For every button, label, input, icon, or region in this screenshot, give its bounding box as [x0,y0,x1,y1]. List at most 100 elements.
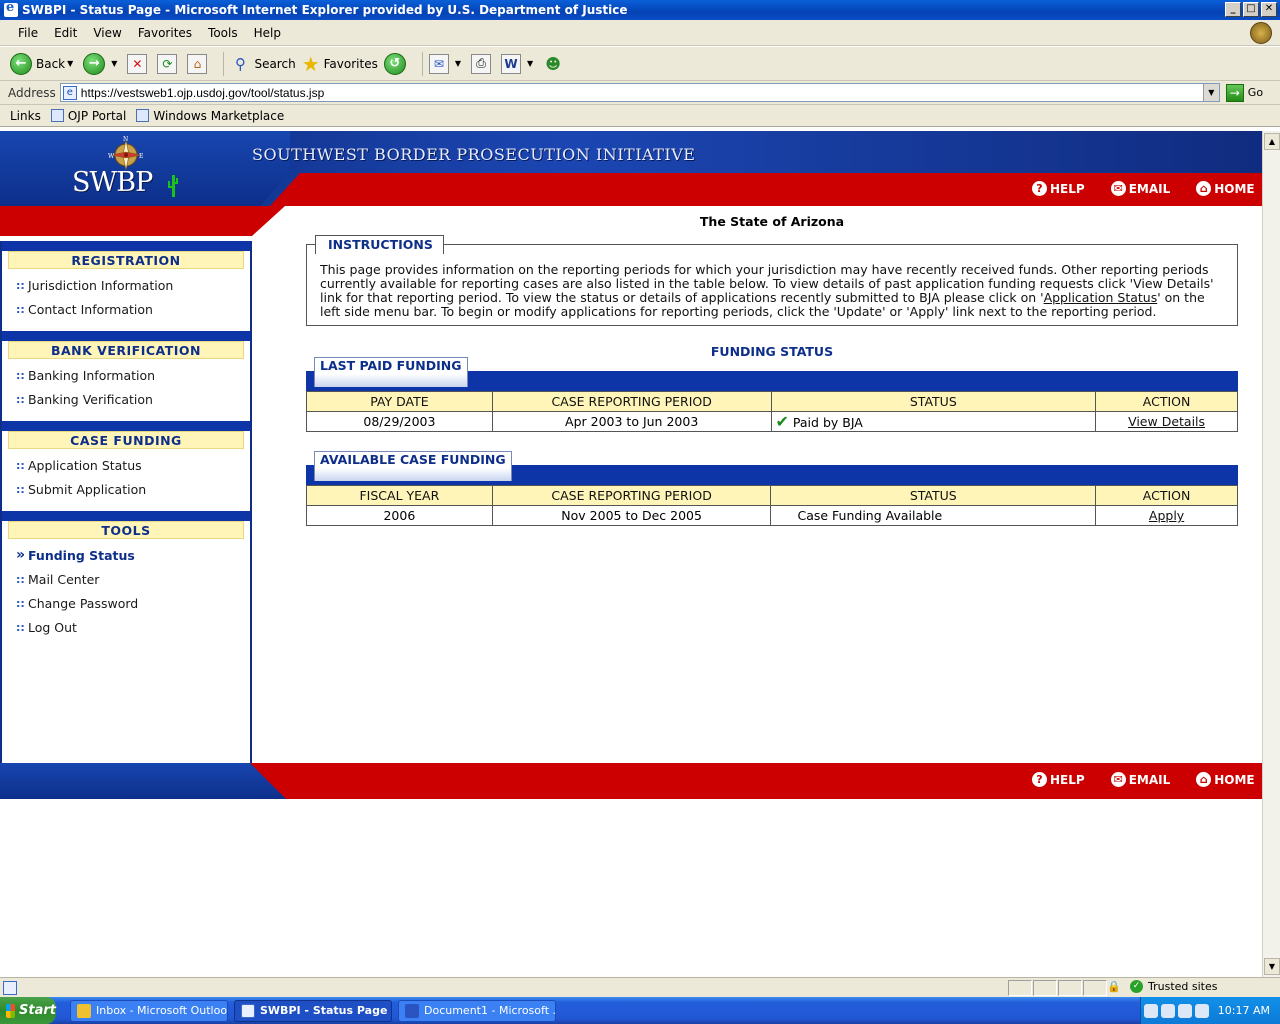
forward-dropdown-icon[interactable]: ▼ [111,59,117,68]
sidebar-item-jurisdiction-information[interactable]: :: Jurisdiction Information [16,273,250,297]
help-link[interactable]: ? HELP [1032,181,1085,196]
reporting-period-cell: Apr 2003 to Jun 2003 [491,411,772,432]
application-status-link[interactable]: Application Status [1044,290,1158,305]
task-ie-swbpi[interactable]: SWBPI - Status Page ... [234,999,392,1022]
link-windows-marketplace[interactable]: Windows Marketplace [136,109,284,123]
home-button[interactable]: ⌂ [187,53,211,74]
sidebar-item-label: Contact Information [28,301,153,317]
vertical-scrollbar[interactable]: ▲ ▼ [1262,131,1280,977]
trusted-check-icon: ✓ [1130,980,1143,993]
instructions-title: INSTRUCTIONS [315,235,444,254]
go-button[interactable]: → Go [1225,83,1264,102]
sidebar-item-application-status[interactable]: :: Application Status [16,453,250,477]
sidebar: REGISTRATION :: Jurisdiction Information… [0,241,252,763]
sidebar-item-log-out[interactable]: :: Log Out [16,615,250,639]
status-bar: 🔒 ✓ Trusted sites [0,977,1280,997]
history-button[interactable]: ↺ [383,52,410,75]
checkmark-icon: ✔ [775,412,789,431]
word-icon: W [501,53,521,74]
task-outlook[interactable]: Inbox - Microsoft Outlook [70,999,228,1022]
sidebar-item-banking-information[interactable]: :: Banking Information [16,363,250,387]
favorites-label: Favorites [323,56,378,71]
address-dropdown-icon[interactable]: ▼ [1202,84,1219,101]
email-link[interactable]: ✉ EMAIL [1110,772,1170,787]
scroll-up-icon[interactable]: ▲ [1264,133,1280,150]
search-button[interactable]: ⚲ Search [230,54,296,74]
sidebar-item-change-password[interactable]: :: Change Password [16,591,250,615]
site-title: SOUTHWEST BORDER PROSECUTION INITIATIVE [252,145,696,164]
edit-dropdown-icon[interactable]: ▼ [527,59,533,68]
antivirus-icon[interactable] [1194,1003,1209,1018]
print-button[interactable]: ⎙ [471,53,495,74]
lock-icon[interactable]: 🔒 [1106,980,1122,996]
help-link[interactable]: ? HELP [1032,772,1085,787]
menu-edit[interactable]: Edit [46,26,85,40]
available-case-funding-title: AVAILABLE CASE FUNDING [314,451,512,481]
home-label: HOME [1214,181,1255,196]
scroll-down-icon[interactable]: ▼ [1264,958,1280,975]
sidebar-item-label: Banking Verification [28,391,153,407]
sidebar-item-submit-application[interactable]: :: Submit Application [16,477,250,501]
sidebar-item-funding-status[interactable]: » Funding Status [16,543,250,567]
back-dropdown-icon[interactable]: ▼ [67,59,73,68]
page-viewport: N W E SWBP SOUTHWEST BORDER PROSECUTION … [0,131,1262,977]
sidebar-item-label: Submit Application [28,481,147,497]
menu-help[interactable]: Help [246,26,289,40]
bullet-icon: :: [16,620,25,634]
network-icon[interactable] [1143,1003,1158,1018]
clock[interactable]: 10:17 AM [1218,1004,1270,1017]
task-word-document[interactable]: Document1 - Microsoft ... [398,999,556,1022]
link-label: Windows Marketplace [153,108,285,123]
mail-icon: ✉ [428,53,449,74]
maximize-button[interactable]: □ [1243,2,1259,17]
address-bar: Address e https://vestsweb1.ojp.usdoj.go… [0,81,1280,105]
refresh-button[interactable]: ⟳ [157,53,181,74]
swbpi-logo[interactable]: N W E SWBP [72,135,182,203]
table-row: 2006 Nov 2005 to Dec 2005 Case Funding A… [306,505,1238,526]
link-ojp-portal[interactable]: OJP Portal [50,109,126,123]
go-label: Go [1247,86,1264,99]
mail-dropdown-icon[interactable]: ▼ [455,59,461,68]
sidebar-item-label: Mail Center [28,571,100,587]
security-zone[interactable]: ✓ Trusted sites [1130,980,1218,993]
speaker-icon[interactable] [1177,1003,1192,1018]
status-panes [1008,980,1108,996]
sidebar-item-banking-verification[interactable]: :: Banking Verification [16,387,250,411]
stop-button[interactable]: ✕ [127,53,151,74]
home-link[interactable]: ⌂ HOME [1196,772,1255,787]
home-link[interactable]: ⌂ HOME [1196,181,1255,196]
compass-e-label: E [139,153,143,160]
address-input[interactable]: e https://vestsweb1.ojp.usdoj.gov/tool/s… [59,83,1220,102]
menu-favorites[interactable]: Favorites [130,26,200,40]
menu-file[interactable]: File [10,26,46,40]
bullet-icon: :: [16,302,25,316]
state-name: The State of Arizona [699,214,845,229]
window-titlebar: SWBPI - Status Page - Microsoft Internet… [0,0,1280,20]
forward-button[interactable]: → ▼ [83,52,121,75]
menu-tools[interactable]: Tools [200,26,246,40]
star-icon: ★ [301,51,320,76]
page-icon [50,109,64,122]
help-icon: ? [1032,181,1047,196]
logo-text: SWBP [72,167,153,198]
start-button[interactable]: Start [0,997,56,1024]
email-link[interactable]: ✉ EMAIL [1110,181,1170,196]
close-button[interactable]: ✕ [1261,2,1277,17]
monitor-icon[interactable] [1160,1003,1175,1018]
instructions-text: This page provides information on the re… [320,263,1224,319]
minimize-button[interactable]: _ [1225,2,1241,17]
sidebar-item-contact-information[interactable]: :: Contact Information [16,297,250,321]
view-details-link[interactable]: View Details [1128,414,1205,429]
column-header: FISCAL YEAR [306,485,493,506]
help-icon: ? [1032,772,1047,787]
table-row: 08/29/2003 Apr 2003 to Jun 2003 ✔ Paid by… [306,411,1238,432]
favorites-button[interactable]: ★ Favorites [302,52,378,76]
toolbar-separator [421,51,423,76]
messenger-button[interactable]: ☻ [543,54,567,74]
edit-word-button[interactable]: W ▼ [501,53,537,74]
menu-view[interactable]: View [85,26,129,40]
apply-link[interactable]: Apply [1149,508,1184,523]
mail-button[interactable]: ✉ ▼ [428,53,465,74]
back-button[interactable]: ← Back ▼ [10,52,77,75]
sidebar-item-mail-center[interactable]: :: Mail Center [16,567,250,591]
